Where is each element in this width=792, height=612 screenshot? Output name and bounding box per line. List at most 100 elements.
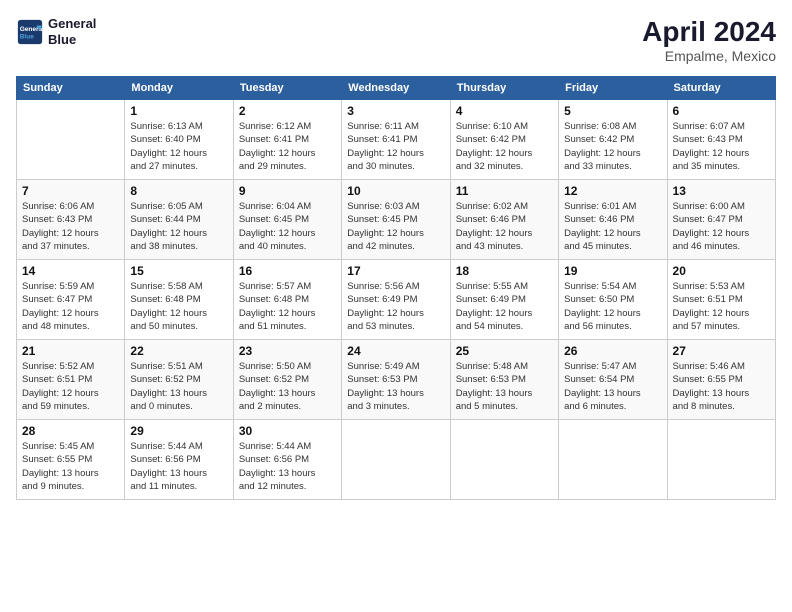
day-info: Sunrise: 5:57 AM Sunset: 6:48 PM Dayligh… xyxy=(239,280,336,333)
day-info: Sunrise: 5:52 AM Sunset: 6:51 PM Dayligh… xyxy=(22,360,119,413)
calendar-cell: 22 Sunrise: 5:51 AM Sunset: 6:52 PM Dayli… xyxy=(125,340,233,420)
day-number: 13 xyxy=(673,184,770,198)
column-header-thursday: Thursday xyxy=(450,77,558,100)
calendar-header-row: SundayMondayTuesdayWednesdayThursdayFrid… xyxy=(17,77,776,100)
calendar-week-1: 1 Sunrise: 6:13 AM Sunset: 6:40 PM Daylig… xyxy=(17,100,776,180)
day-number: 20 xyxy=(673,264,770,278)
calendar-cell: 5 Sunrise: 6:08 AM Sunset: 6:42 PM Daylig… xyxy=(559,100,667,180)
calendar-cell: 14Sunrise: 5:59 AM Sunset: 6:47 PM Dayli… xyxy=(17,260,125,340)
calendar-cell: 21 Sunrise: 5:52 AM Sunset: 6:51 PM Dayli… xyxy=(17,340,125,420)
day-info: Sunrise: 6:10 AM Sunset: 6:42 PM Dayligh… xyxy=(456,120,553,173)
calendar-cell: 25Sunrise: 5:48 AM Sunset: 6:53 PM Dayli… xyxy=(450,340,558,420)
column-header-tuesday: Tuesday xyxy=(233,77,341,100)
day-number: 17 xyxy=(347,264,444,278)
calendar-cell: 16 Sunrise: 5:57 AM Sunset: 6:48 PM Dayli… xyxy=(233,260,341,340)
page-header: General Blue General Blue April 2024 Emp… xyxy=(16,16,776,64)
day-number: 26 xyxy=(564,344,661,358)
day-number: 24 xyxy=(347,344,444,358)
day-number: 22 xyxy=(130,344,227,358)
month-title: April 2024 xyxy=(642,16,776,48)
calendar-week-2: 7Sunrise: 6:06 AM Sunset: 6:43 PM Daylig… xyxy=(17,180,776,260)
calendar-cell: 29Sunrise: 5:44 AM Sunset: 6:56 PM Dayli… xyxy=(125,420,233,500)
calendar-cell: 9 Sunrise: 6:04 AM Sunset: 6:45 PM Daylig… xyxy=(233,180,341,260)
logo-text-general: General xyxy=(48,16,96,32)
calendar-week-4: 21 Sunrise: 5:52 AM Sunset: 6:51 PM Dayli… xyxy=(17,340,776,420)
calendar-week-3: 14Sunrise: 5:59 AM Sunset: 6:47 PM Dayli… xyxy=(17,260,776,340)
column-header-monday: Monday xyxy=(125,77,233,100)
day-number: 6 xyxy=(673,104,770,118)
day-number: 1 xyxy=(130,104,227,118)
calendar-week-5: 28Sunrise: 5:45 AM Sunset: 6:55 PM Dayli… xyxy=(17,420,776,500)
day-number: 3 xyxy=(347,104,444,118)
column-header-wednesday: Wednesday xyxy=(342,77,450,100)
day-info: Sunrise: 5:58 AM Sunset: 6:48 PM Dayligh… xyxy=(130,280,227,333)
day-number: 28 xyxy=(22,424,119,438)
day-info: Sunrise: 6:12 AM Sunset: 6:41 PM Dayligh… xyxy=(239,120,336,173)
calendar-cell xyxy=(450,420,558,500)
calendar-body: 1 Sunrise: 6:13 AM Sunset: 6:40 PM Daylig… xyxy=(17,100,776,500)
calendar-cell: 30Sunrise: 5:44 AM Sunset: 6:56 PM Dayli… xyxy=(233,420,341,500)
day-info: Sunrise: 5:49 AM Sunset: 6:53 PM Dayligh… xyxy=(347,360,444,413)
day-info: Sunrise: 6:04 AM Sunset: 6:45 PM Dayligh… xyxy=(239,200,336,253)
day-number: 9 xyxy=(239,184,336,198)
day-number: 23 xyxy=(239,344,336,358)
day-info: Sunrise: 5:53 AM Sunset: 6:51 PM Dayligh… xyxy=(673,280,770,333)
calendar-cell: 17Sunrise: 5:56 AM Sunset: 6:49 PM Dayli… xyxy=(342,260,450,340)
calendar-cell: 2Sunrise: 6:12 AM Sunset: 6:41 PM Daylig… xyxy=(233,100,341,180)
calendar-cell: 19 Sunrise: 5:54 AM Sunset: 6:50 PM Dayli… xyxy=(559,260,667,340)
logo-icon: General Blue xyxy=(16,18,44,46)
calendar-table: SundayMondayTuesdayWednesdayThursdayFrid… xyxy=(16,76,776,500)
day-info: Sunrise: 6:03 AM Sunset: 6:45 PM Dayligh… xyxy=(347,200,444,253)
day-number: 29 xyxy=(130,424,227,438)
day-number: 18 xyxy=(456,264,553,278)
day-number: 10 xyxy=(347,184,444,198)
calendar-cell: 28Sunrise: 5:45 AM Sunset: 6:55 PM Dayli… xyxy=(17,420,125,500)
day-info: Sunrise: 6:02 AM Sunset: 6:46 PM Dayligh… xyxy=(456,200,553,253)
calendar-cell: 1 Sunrise: 6:13 AM Sunset: 6:40 PM Daylig… xyxy=(125,100,233,180)
day-info: Sunrise: 6:01 AM Sunset: 6:46 PM Dayligh… xyxy=(564,200,661,253)
day-number: 16 xyxy=(239,264,336,278)
logo-text-blue: Blue xyxy=(48,32,96,48)
calendar-cell: 10 Sunrise: 6:03 AM Sunset: 6:45 PM Dayli… xyxy=(342,180,450,260)
calendar-cell: 24 Sunrise: 5:49 AM Sunset: 6:53 PM Dayli… xyxy=(342,340,450,420)
day-number: 27 xyxy=(673,344,770,358)
column-header-saturday: Saturday xyxy=(667,77,775,100)
logo: General Blue General Blue xyxy=(16,16,96,47)
day-info: Sunrise: 6:08 AM Sunset: 6:42 PM Dayligh… xyxy=(564,120,661,173)
day-info: Sunrise: 5:44 AM Sunset: 6:56 PM Dayligh… xyxy=(239,440,336,493)
calendar-cell: 12 Sunrise: 6:01 AM Sunset: 6:46 PM Dayli… xyxy=(559,180,667,260)
column-header-sunday: Sunday xyxy=(17,77,125,100)
day-number: 4 xyxy=(456,104,553,118)
day-number: 25 xyxy=(456,344,553,358)
day-number: 8 xyxy=(130,184,227,198)
day-number: 15 xyxy=(130,264,227,278)
title-block: April 2024 Empalme, Mexico xyxy=(642,16,776,64)
calendar-cell: 20 Sunrise: 5:53 AM Sunset: 6:51 PM Dayli… xyxy=(667,260,775,340)
day-info: Sunrise: 6:00 AM Sunset: 6:47 PM Dayligh… xyxy=(673,200,770,253)
day-info: Sunrise: 5:54 AM Sunset: 6:50 PM Dayligh… xyxy=(564,280,661,333)
day-number: 19 xyxy=(564,264,661,278)
day-info: Sunrise: 5:47 AM Sunset: 6:54 PM Dayligh… xyxy=(564,360,661,413)
calendar-cell: 23 Sunrise: 5:50 AM Sunset: 6:52 PM Dayli… xyxy=(233,340,341,420)
calendar-cell: 15 Sunrise: 5:58 AM Sunset: 6:48 PM Dayli… xyxy=(125,260,233,340)
calendar-cell xyxy=(559,420,667,500)
calendar-cell: 4 Sunrise: 6:10 AM Sunset: 6:42 PM Daylig… xyxy=(450,100,558,180)
day-number: 11 xyxy=(456,184,553,198)
day-number: 14 xyxy=(22,264,119,278)
svg-text:Blue: Blue xyxy=(20,33,34,40)
day-info: Sunrise: 5:50 AM Sunset: 6:52 PM Dayligh… xyxy=(239,360,336,413)
calendar-cell: 18 Sunrise: 5:55 AM Sunset: 6:49 PM Dayli… xyxy=(450,260,558,340)
day-number: 5 xyxy=(564,104,661,118)
day-info: Sunrise: 5:55 AM Sunset: 6:49 PM Dayligh… xyxy=(456,280,553,333)
day-info: Sunrise: 6:05 AM Sunset: 6:44 PM Dayligh… xyxy=(130,200,227,253)
calendar-cell: 26 Sunrise: 5:47 AM Sunset: 6:54 PM Dayli… xyxy=(559,340,667,420)
calendar-cell xyxy=(17,100,125,180)
day-info: Sunrise: 6:06 AM Sunset: 6:43 PM Dayligh… xyxy=(22,200,119,253)
calendar-cell: 7Sunrise: 6:06 AM Sunset: 6:43 PM Daylig… xyxy=(17,180,125,260)
day-number: 21 xyxy=(22,344,119,358)
day-number: 12 xyxy=(564,184,661,198)
day-info: Sunrise: 5:51 AM Sunset: 6:52 PM Dayligh… xyxy=(130,360,227,413)
day-info: Sunrise: 6:13 AM Sunset: 6:40 PM Dayligh… xyxy=(130,120,227,173)
column-header-friday: Friday xyxy=(559,77,667,100)
calendar-cell xyxy=(667,420,775,500)
